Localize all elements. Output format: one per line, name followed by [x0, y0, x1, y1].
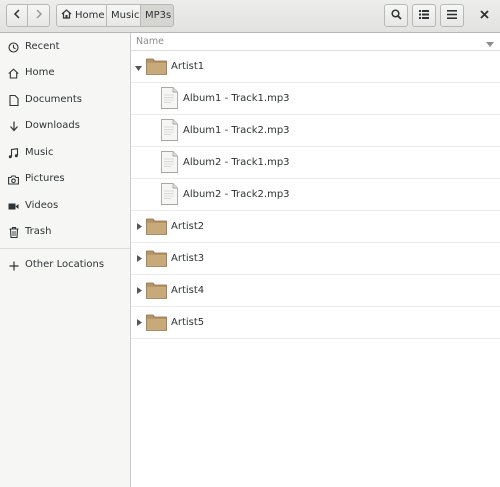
- sidebar-item-documents[interactable]: Documents: [0, 90, 130, 112]
- home-icon: [61, 9, 75, 22]
- sidebar-item-label: Downloads: [25, 120, 80, 131]
- sidebar-item-recent[interactable]: Recent: [0, 37, 130, 59]
- sidebar-item-label: Music: [25, 147, 54, 158]
- file-row[interactable]: Album2 - Track2.mp3: [131, 179, 500, 211]
- sidebar-item-trash[interactable]: Trash: [0, 222, 130, 244]
- camera-icon: [8, 174, 19, 185]
- video-icon: [8, 201, 19, 212]
- expander-closed-icon[interactable]: [137, 222, 142, 233]
- sidebar-item-label: Trash: [25, 226, 52, 237]
- home-icon: [8, 68, 19, 79]
- folder-icon: [146, 58, 167, 78]
- sidebar-item-label: Videos: [25, 200, 59, 211]
- sidebar-item-label: Pictures: [25, 173, 65, 184]
- folder-icon: [146, 218, 167, 238]
- search-icon: [390, 8, 402, 23]
- breadcrumb-music[interactable]: Music: [107, 4, 141, 27]
- file-name: Album1 - Track2.mp3: [183, 125, 290, 136]
- breadcrumb-label: MP3s: [145, 10, 172, 21]
- file-row[interactable]: Album2 - Track1.mp3: [131, 147, 500, 179]
- breadcrumb-home[interactable]: Home: [56, 4, 107, 27]
- header-bar: Home Music MP3s: [0, 0, 500, 33]
- file-name: Artist5: [171, 317, 205, 328]
- sidebar-item-downloads[interactable]: Downloads: [0, 116, 130, 138]
- expander-closed-icon[interactable]: [137, 286, 142, 297]
- chevron-right-icon: [35, 9, 43, 22]
- expander-open-icon[interactable]: [135, 63, 142, 74]
- file-name: Artist2: [171, 221, 205, 232]
- breadcrumb-label: Home: [75, 10, 105, 21]
- folder-row[interactable]: Artist3: [131, 243, 500, 275]
- file-name: Album2 - Track1.mp3: [183, 157, 290, 168]
- sidebar-divider: [0, 248, 130, 249]
- folder-icon: [146, 314, 167, 334]
- column-header-name[interactable]: Name: [131, 33, 500, 51]
- text-file-icon: [161, 151, 178, 176]
- folder-row[interactable]: Artist5: [131, 307, 500, 339]
- plus-icon: [8, 260, 19, 271]
- list-view-icon: [419, 9, 429, 22]
- text-file-icon: [161, 183, 178, 208]
- expander-closed-icon[interactable]: [137, 254, 142, 265]
- view-options-button[interactable]: [412, 4, 436, 27]
- folder-row[interactable]: Artist2: [131, 211, 500, 243]
- trash-icon: [8, 227, 19, 238]
- document-icon: [8, 95, 19, 106]
- file-name: Artist4: [171, 285, 205, 296]
- folder-icon: [146, 250, 167, 270]
- folder-row[interactable]: Artist1: [131, 51, 500, 83]
- sidebar-item-home[interactable]: Home: [0, 63, 130, 85]
- file-name: Album1 - Track1.mp3: [183, 93, 290, 104]
- file-row[interactable]: Album1 - Track1.mp3: [131, 83, 500, 115]
- sidebar-item-videos[interactable]: Videos: [0, 196, 130, 218]
- download-icon: [8, 121, 19, 132]
- hamburger-icon: [447, 9, 457, 22]
- forward-button[interactable]: [28, 4, 50, 27]
- breadcrumb-label: Music: [111, 10, 140, 21]
- close-button[interactable]: [472, 4, 496, 27]
- folder-row[interactable]: Artist4: [131, 275, 500, 307]
- sidebar-item-pictures[interactable]: Pictures: [0, 169, 130, 191]
- menu-button[interactable]: [440, 4, 464, 27]
- text-file-icon: [161, 119, 178, 144]
- close-icon: [479, 9, 489, 22]
- file-name: Artist1: [171, 61, 205, 72]
- file-name: Album2 - Track2.mp3: [183, 189, 290, 200]
- sidebar-item-music[interactable]: Music: [0, 143, 130, 165]
- sidebar: Recent Home Documents Downloads Music Pi…: [0, 33, 131, 487]
- file-name: Artist3: [171, 253, 205, 264]
- sidebar-item-label: Other Locations: [25, 259, 105, 270]
- sidebar-item-label: Documents: [25, 94, 83, 105]
- clock-icon: [8, 42, 19, 53]
- file-row[interactable]: Album1 - Track2.mp3: [131, 115, 500, 147]
- sidebar-item-other-locations[interactable]: Other Locations: [0, 255, 130, 277]
- file-list: Name Artist1 Album1 - Track1.mp3 Album1 …: [131, 33, 500, 487]
- search-button[interactable]: [384, 4, 408, 27]
- sidebar-item-label: Home: [25, 67, 55, 78]
- folder-icon: [146, 282, 167, 302]
- sidebar-item-label: Recent: [25, 41, 60, 52]
- expander-closed-icon[interactable]: [137, 318, 142, 329]
- music-icon: [8, 148, 19, 159]
- back-button[interactable]: [6, 4, 28, 27]
- chevron-left-icon: [13, 9, 21, 22]
- sort-arrow-icon: [486, 39, 494, 50]
- breadcrumb-mp3s[interactable]: MP3s: [141, 4, 174, 27]
- column-header-label: Name: [136, 36, 165, 47]
- text-file-icon: [161, 87, 178, 112]
